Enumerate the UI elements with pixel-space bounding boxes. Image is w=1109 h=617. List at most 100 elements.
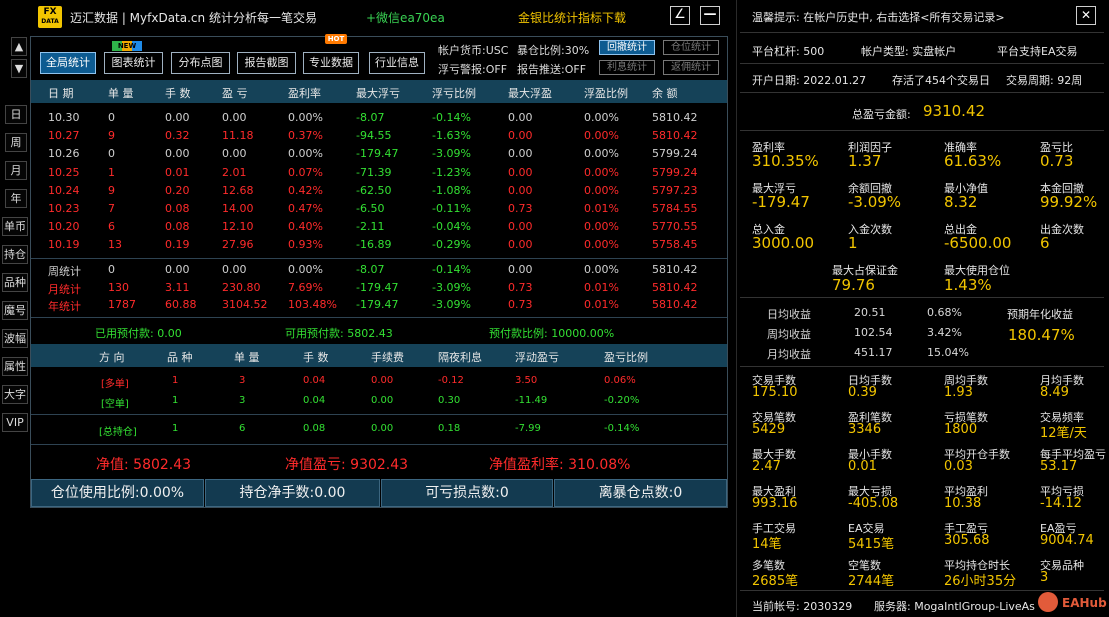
table-cell: 5810.42 <box>652 111 698 124</box>
table-cell: 10.25 <box>48 165 80 179</box>
stat-value: 61.63% <box>944 152 1002 170</box>
column-header: 盈利率 <box>288 87 321 100</box>
margin-value: 1.43% <box>944 276 992 294</box>
side-nav-item[interactable]: 魔号 <box>2 301 28 320</box>
interest-stats-button[interactable]: 利息统计 <box>599 60 655 75</box>
column-header: 浮盈比例 <box>584 87 628 100</box>
stat-value: 2.47 <box>752 459 781 474</box>
side-nav-item[interactable]: 周 <box>5 133 27 152</box>
table-cell: 27.96 <box>222 238 254 252</box>
table-cell: -1.23% <box>432 165 471 179</box>
table-cell: 0.40% <box>288 220 323 234</box>
table-cell: 0.00 <box>508 129 533 143</box>
position-cell: 0.30 <box>438 395 461 406</box>
stat-value: 10.38 <box>944 496 982 511</box>
total-cell: 0.08 <box>303 423 326 434</box>
edit-icon[interactable]: ∠ <box>670 6 690 25</box>
table-cell: 0.00% <box>584 165 619 179</box>
position-stats-button[interactable]: 仓位统计 <box>663 40 719 55</box>
table-cell: 0.00% <box>584 129 619 143</box>
column-header: 浮亏比例 <box>432 87 476 100</box>
table-cell: 11.18 <box>222 129 254 143</box>
side-nav-item[interactable]: 日 <box>5 105 27 124</box>
bottom-stat-button[interactable]: 持仓净手数:0.00 <box>205 479 380 507</box>
bottom-stat-button[interactable]: 仓位使用比例:0.00% <box>31 479 204 507</box>
account-type: 帐户类型: 实盘帐户 <box>861 45 957 58</box>
bottom-stat-button[interactable]: 离暴仓点数:0 <box>554 479 727 507</box>
used-prepay: 已用预付款: 0.00 <box>95 327 182 340</box>
column-header: 品 种 <box>167 351 193 364</box>
table-cell: 0.00 <box>508 165 533 179</box>
table-cell: 0.00 <box>222 111 247 124</box>
side-nav-item[interactable]: VIP <box>2 413 28 432</box>
table-cell: 1 <box>108 165 115 179</box>
table-cell: 2.01 <box>222 165 247 179</box>
toolbar-button[interactable]: 分布点图 <box>171 52 230 74</box>
column-header: 单 量 <box>108 87 134 100</box>
table-cell: 0.37% <box>288 129 323 143</box>
stat-value: 99.92% <box>1040 193 1098 211</box>
table-cell: 0.47% <box>288 202 323 215</box>
table-cell: 0.08 <box>165 202 190 215</box>
table-cell: 10.20 <box>48 220 80 234</box>
toolbar-button[interactable]: 报告截图 <box>237 52 296 74</box>
stat-value: 53.17 <box>1040 459 1078 474</box>
stat-value: -3.09% <box>848 193 902 211</box>
side-nav-item[interactable]: 大字 <box>2 385 28 404</box>
rebate-stats-button[interactable]: 返佣统计 <box>663 60 719 75</box>
table-cell: -0.11% <box>432 202 471 215</box>
side-nav-item[interactable]: 月 <box>5 161 27 180</box>
position-cell: 0.00 <box>371 395 394 406</box>
logo-bottom: DATA <box>41 18 59 25</box>
stat-value: 26小时35分 <box>944 574 1017 589</box>
stat-value: 1800 <box>944 422 978 437</box>
stat-value: 175.10 <box>752 385 798 400</box>
side-nav-item[interactable]: 属性 <box>2 357 28 376</box>
bottom-stat-button[interactable]: 可亏损点数:0 <box>381 479 553 507</box>
account-number: 当前帐号: 2030329 <box>752 600 853 613</box>
table-cell: 0.93% <box>288 238 323 252</box>
download-link[interactable]: 金银比统计指标下载 <box>518 9 626 26</box>
stat-value: 0.39 <box>848 385 877 400</box>
table-cell: 6 <box>108 220 115 234</box>
drawdown-stats-button[interactable]: 回撤统计 <box>599 40 655 55</box>
summary-cell: 月统计 <box>48 282 81 296</box>
toolbar-button[interactable]: 全局统计 <box>40 52 96 74</box>
table-cell: 10.30 <box>48 111 80 124</box>
avg-value: 102.54 <box>854 326 893 339</box>
summary-cell: 周统计 <box>48 265 81 278</box>
table-cell: 0.08 <box>165 220 190 234</box>
annual-label: 预期年化收益 <box>1007 308 1073 321</box>
table-cell: 10.23 <box>48 202 80 215</box>
table-cell: -0.04% <box>432 220 471 234</box>
summary-cell: 3.11 <box>165 280 190 294</box>
table-cell: 0.00 <box>222 147 247 161</box>
summary-cell: -179.47 <box>356 280 399 294</box>
side-nav-item[interactable]: 单币 <box>2 217 28 236</box>
table-cell: 0.42% <box>288 183 323 197</box>
side-nav-item[interactable]: 波幅 <box>2 329 28 348</box>
summary-cell: 年统计 <box>48 300 81 313</box>
summary-cell: 3104.52 <box>222 298 268 311</box>
table-cell: 0.00% <box>584 238 619 252</box>
table-cell: 0.00 <box>165 111 190 124</box>
summary-cell: 60.88 <box>165 298 197 311</box>
minimize-icon[interactable]: — <box>700 6 720 25</box>
total-cell: 0.00 <box>371 423 394 434</box>
avg-pct: 15.04% <box>927 346 969 359</box>
toolbar-button[interactable]: 专业数据 <box>303 52 359 74</box>
app-title: 迈汇数据 | MyfxData.cn 统计分析每一笔交易 <box>70 11 317 25</box>
close-icon[interactable]: ✕ <box>1076 6 1096 25</box>
available-prepay: 可用预付款: 5802.43 <box>285 327 393 340</box>
wechat-link[interactable]: +微信ea70ea <box>366 9 445 26</box>
toolbar-button[interactable]: 图表统计 <box>104 52 163 74</box>
scroll-up-icon[interactable]: ▲ <box>11 37 27 56</box>
stat-value: 5429 <box>752 422 786 437</box>
side-nav-item[interactable]: 持仓 <box>2 245 28 264</box>
side-nav-item[interactable]: 品种 <box>2 273 28 292</box>
side-nav-item[interactable]: 年 <box>5 189 27 208</box>
scroll-down-icon[interactable]: ▼ <box>11 59 27 78</box>
toolbar-button[interactable]: 行业信息 <box>369 52 425 74</box>
new-badge: NEW <box>112 41 142 51</box>
stat-value: 0.03 <box>944 459 973 474</box>
